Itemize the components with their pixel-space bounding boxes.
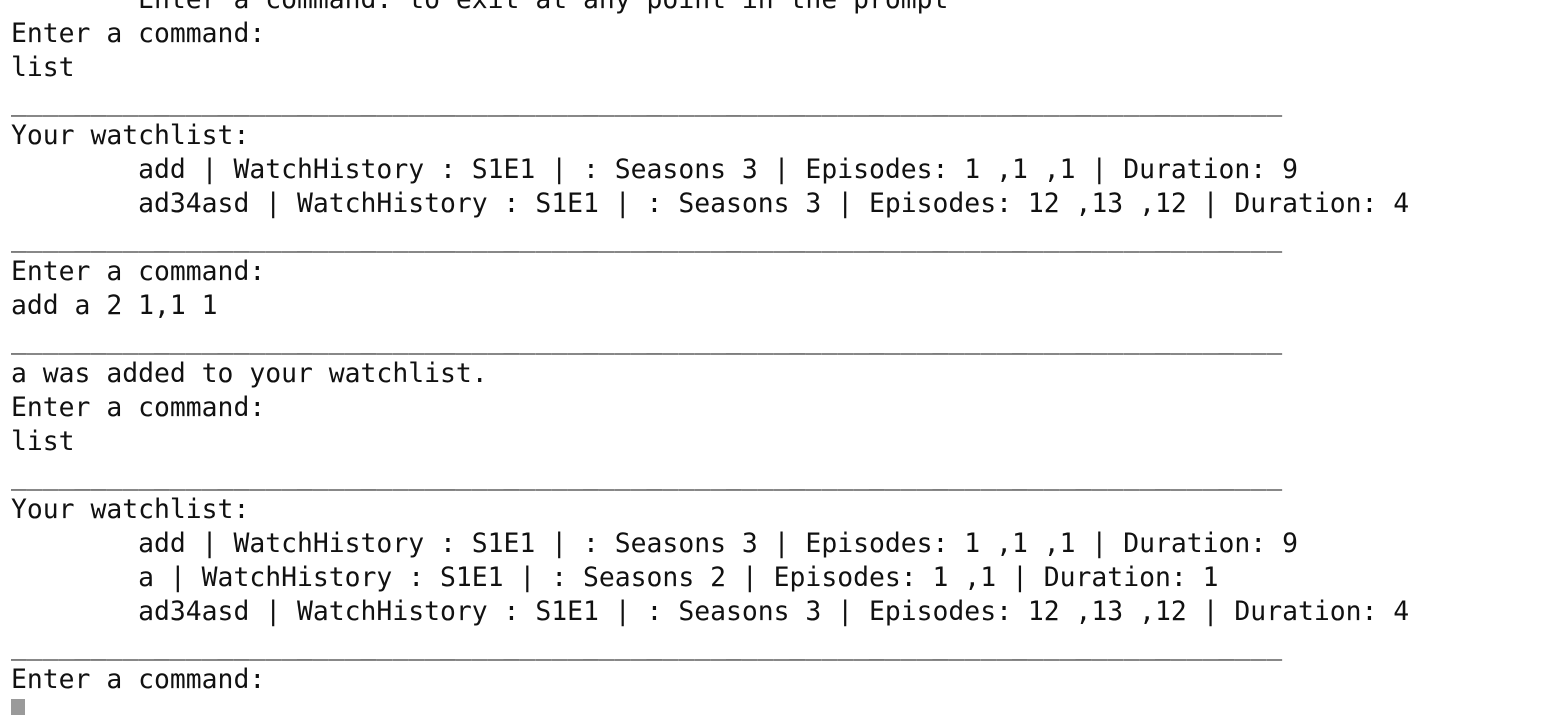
separator-line: ________________________________________… [11,460,1283,491]
watchlist-entry: add | WatchHistory : S1E1 | : Seasons 3 … [11,154,1298,185]
command-line: add a 2 1,1 1 [11,290,218,321]
prompt-line: Enter a command: [11,256,266,287]
separator-line: ________________________________________… [11,86,1283,117]
separator-line: ________________________________________… [11,630,1283,661]
watchlist-entry: ad34asd | WatchHistory : S1E1 | : Season… [11,188,1410,219]
watchlist-entry: a | WatchHistory : S1E1 | : Seasons 2 | … [11,562,1219,593]
terminal-window[interactable]: Enter a command: to exit at any point in… [0,0,1543,715]
prompt-line: Enter a command: [11,664,266,695]
separator-line: ________________________________________… [11,222,1283,253]
separator-line: ________________________________________… [11,324,1283,355]
command-line: list [11,426,75,457]
prompt-line: Enter a command: [11,18,266,49]
text-cursor[interactable] [11,699,25,715]
watchlist-entry: ad34asd | WatchHistory : S1E1 | : Season… [11,596,1410,627]
prompt-line: Enter a command: [11,392,266,423]
watchlist-entry: add | WatchHistory : S1E1 | : Seasons 3 … [11,528,1298,559]
terminal-output: Enter a command: to exit at any point in… [11,0,1409,715]
status-message: a was added to your watchlist. [11,358,488,389]
watchlist-header: Your watchlist: [11,494,250,525]
input-line[interactable] [11,697,1409,715]
partial-top-line: Enter a command: to exit at any point in… [11,0,1409,17]
watchlist-header: Your watchlist: [11,120,250,151]
command-line: list [11,52,75,83]
